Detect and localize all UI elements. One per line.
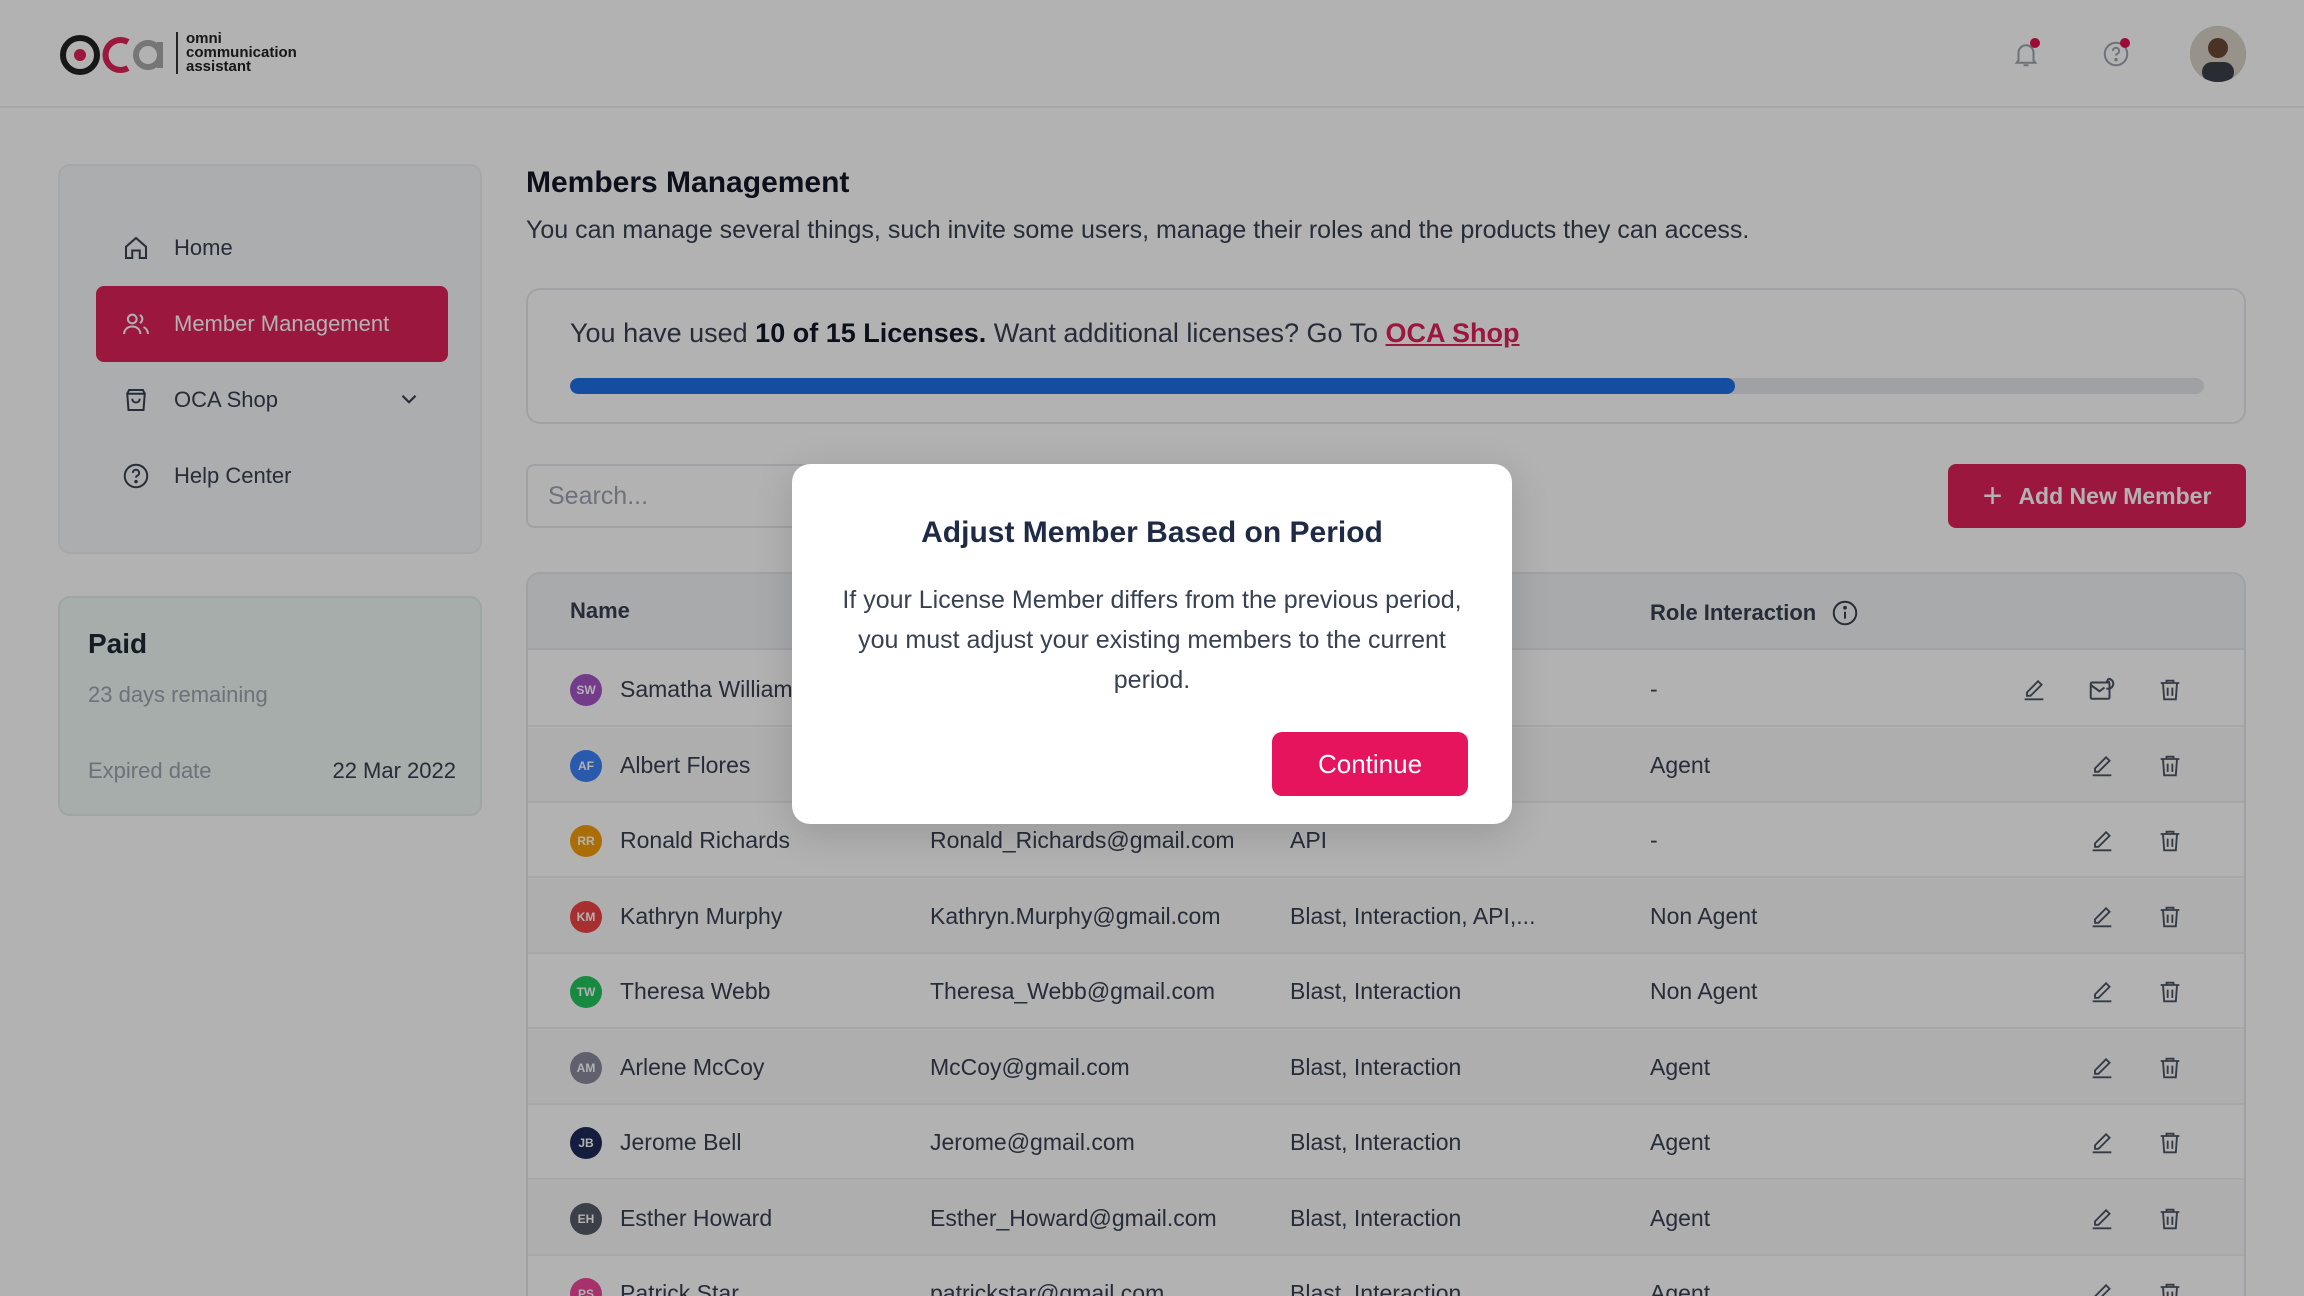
modal-title: Adjust Member Based on Period [921, 516, 1383, 549]
adjust-member-modal: Adjust Member Based on Period If your Li… [792, 464, 1512, 824]
continue-button[interactable]: Continue [1272, 732, 1468, 796]
modal-body: If your License Member differs from the … [842, 586, 1462, 694]
